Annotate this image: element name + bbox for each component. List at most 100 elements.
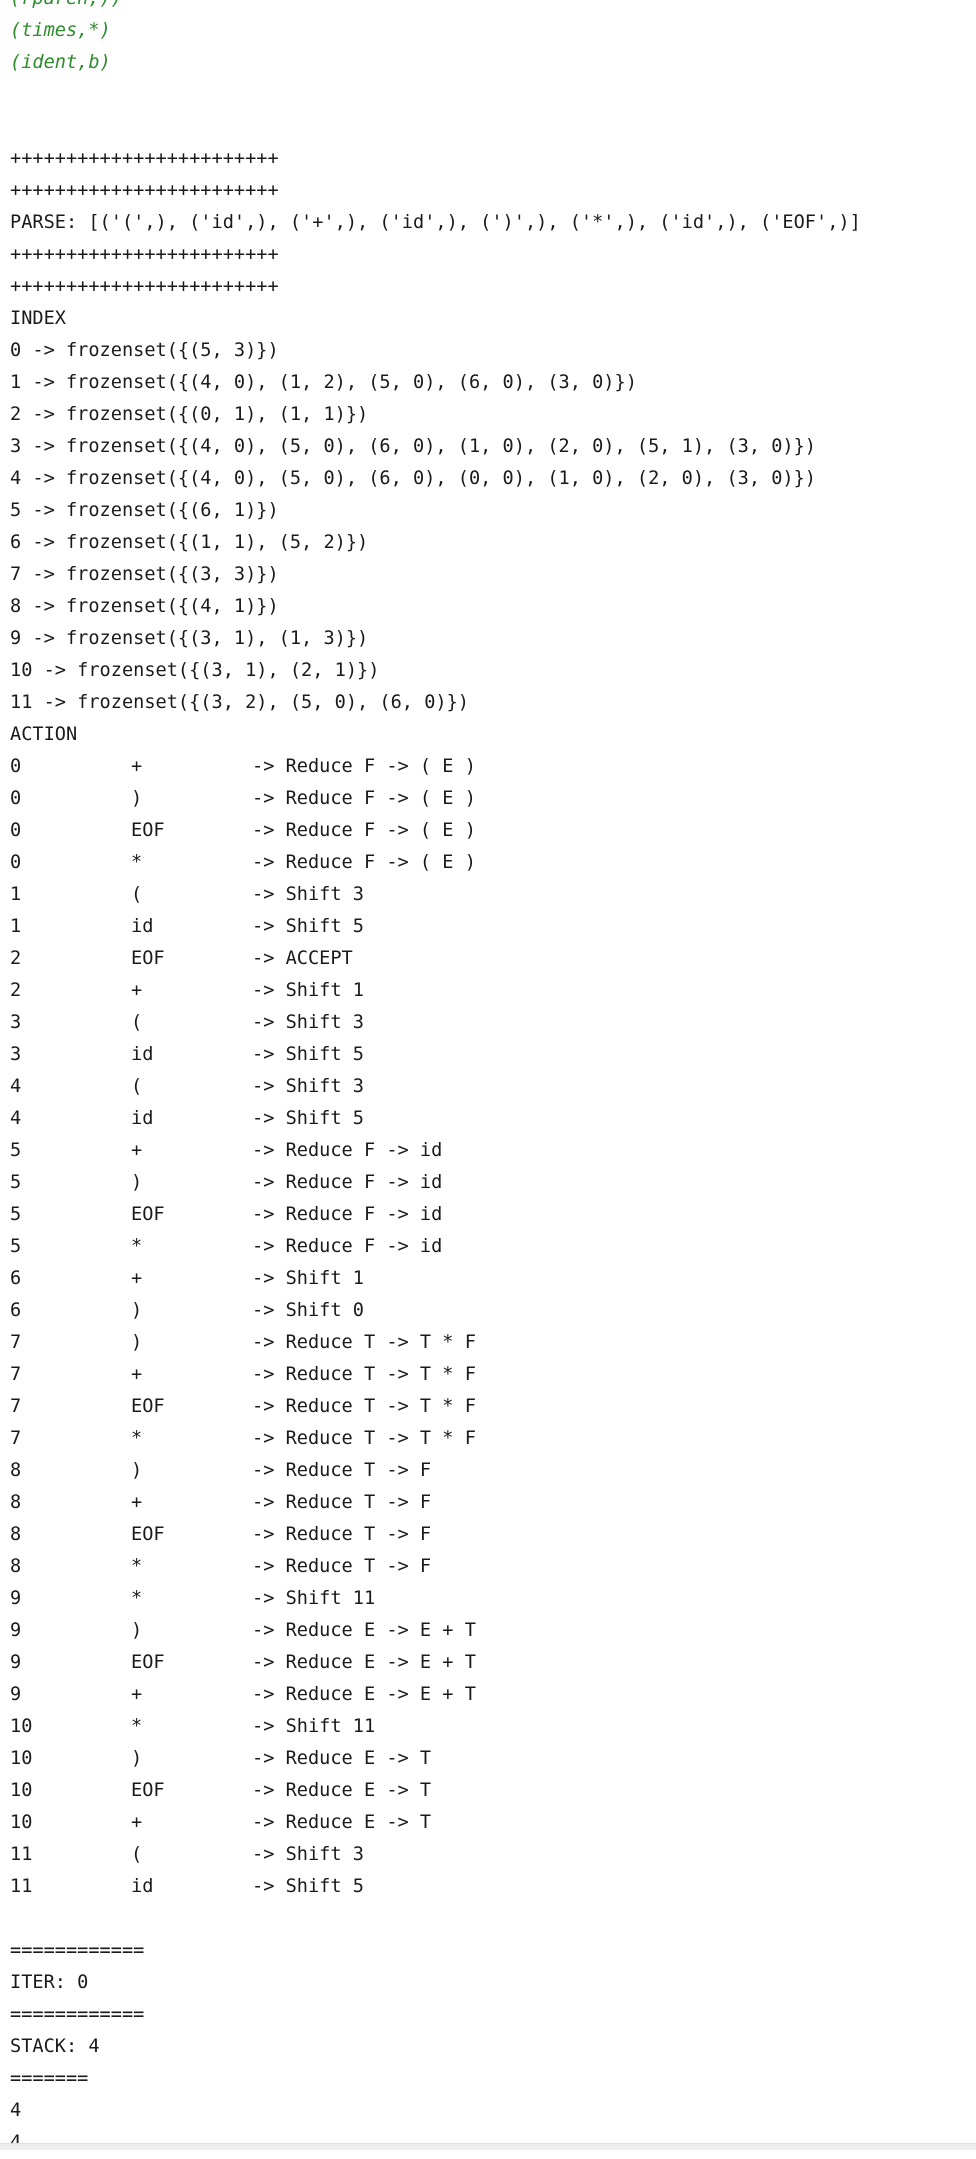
action-row: 7) -> Reduce T -> T * F bbox=[10, 1327, 966, 1359]
action-symbol: ( bbox=[131, 1012, 143, 1033]
action-state: 10 bbox=[10, 1748, 33, 1769]
action-symbol: ) bbox=[131, 1300, 143, 1321]
action-result: -> Reduce T -> T * F bbox=[252, 1364, 476, 1385]
index-header: INDEX bbox=[10, 308, 66, 329]
action-row: 8 + -> Reduce T -> F bbox=[10, 1487, 966, 1519]
action-state: 8 bbox=[10, 1524, 22, 1545]
action-state: 8 bbox=[10, 1460, 22, 1481]
action-symbol: id bbox=[131, 916, 154, 937]
index-line: 1 -> frozenset({(4, 0), (1, 2), (5, 0), … bbox=[10, 372, 637, 393]
action-symbol: EOF bbox=[131, 948, 165, 969]
action-row: 10 EOF -> Reduce E -> T bbox=[10, 1775, 966, 1807]
action-state: 0 bbox=[10, 852, 22, 873]
separator-line: ++++++++++++++++++++++++ bbox=[10, 148, 279, 169]
action-symbol: EOF bbox=[131, 820, 165, 841]
index-line: 8 -> frozenset({(4, 1)}) bbox=[10, 596, 279, 617]
action-result: -> Shift 3 bbox=[252, 884, 364, 905]
action-symbol: ) bbox=[131, 1332, 143, 1353]
action-symbol: + bbox=[131, 1812, 143, 1833]
action-state: 4 bbox=[10, 1108, 22, 1129]
action-result: -> Reduce E -> T bbox=[252, 1748, 432, 1769]
action-row: 7 EOF -> Reduce T -> T * F bbox=[10, 1391, 966, 1423]
action-row: 1 (-> Shift 3 bbox=[10, 879, 966, 911]
action-result: -> Reduce T -> T * F bbox=[252, 1396, 476, 1417]
action-table: 0 + -> Reduce F -> ( E ) 0) -> Reduce F -> (… bbox=[10, 751, 966, 1903]
action-state: 9 bbox=[10, 1588, 22, 1609]
action-symbol: ) bbox=[131, 1620, 143, 1641]
action-symbol: ) bbox=[131, 1172, 143, 1193]
action-row: 11 id -> Shift 5 bbox=[10, 1871, 966, 1903]
action-state: 7 bbox=[10, 1396, 22, 1417]
action-result: -> Reduce F -> id bbox=[252, 1204, 443, 1225]
action-symbol: * bbox=[131, 1236, 143, 1257]
index-line: 6 -> frozenset({(1, 1), (5, 2)}) bbox=[10, 532, 369, 553]
action-symbol: * bbox=[131, 852, 143, 873]
action-symbol: + bbox=[131, 1268, 143, 1289]
action-result: -> Reduce T -> T * F bbox=[252, 1428, 476, 1449]
action-row: 11 (-> Shift 3 bbox=[10, 1839, 966, 1871]
action-symbol: ( bbox=[131, 1076, 143, 1097]
action-row: 10) -> Reduce E -> T bbox=[10, 1743, 966, 1775]
action-symbol: EOF bbox=[131, 1396, 165, 1417]
action-state: 5 bbox=[10, 1204, 22, 1225]
action-result: -> Reduce E -> E + T bbox=[252, 1652, 476, 1673]
index-line: 11 -> frozenset({(3, 2), (5, 0), (6, 0)}… bbox=[10, 692, 469, 713]
action-state: 9 bbox=[10, 1652, 22, 1673]
action-result: -> Shift 3 bbox=[252, 1844, 364, 1865]
action-row: 0) -> Reduce F -> ( E ) bbox=[10, 783, 966, 815]
action-symbol: * bbox=[131, 1428, 143, 1449]
action-symbol: id bbox=[131, 1108, 154, 1129]
action-state: 3 bbox=[10, 1012, 22, 1033]
action-state: 1 bbox=[10, 916, 22, 937]
action-state: 11 bbox=[10, 1876, 33, 1897]
action-row: 4 id -> Shift 5 bbox=[10, 1103, 966, 1135]
action-symbol: + bbox=[131, 980, 143, 1001]
action-row: 9 + -> Reduce E -> E + T bbox=[10, 1679, 966, 1711]
action-result: -> Reduce F -> id bbox=[252, 1140, 443, 1161]
action-result: -> Reduce F -> ( E ) bbox=[252, 788, 476, 809]
index-line: 4 -> frozenset({(4, 0), (5, 0), (6, 0), … bbox=[10, 468, 816, 489]
action-state: 7 bbox=[10, 1364, 22, 1385]
action-header: ACTION bbox=[10, 724, 78, 745]
action-result: -> Reduce T -> T * F bbox=[252, 1332, 476, 1353]
action-symbol: EOF bbox=[131, 1204, 165, 1225]
action-result: -> Shift 11 bbox=[252, 1716, 376, 1737]
horizontal-scrollbar[interactable] bbox=[0, 2143, 976, 2150]
action-result: -> Reduce F -> ( E ) bbox=[252, 852, 476, 873]
action-row: 7 + -> Reduce T -> T * F bbox=[10, 1359, 966, 1391]
action-row: 5 * -> Reduce F -> id bbox=[10, 1231, 966, 1263]
action-state: 2 bbox=[10, 948, 22, 969]
action-row: 2 + -> Shift 1 bbox=[10, 975, 966, 1007]
action-result: -> Reduce E -> E + T bbox=[252, 1684, 476, 1705]
action-state: 11 bbox=[10, 1844, 33, 1865]
action-result: -> Shift 5 bbox=[252, 1044, 364, 1065]
action-row: 2 EOF -> ACCEPT bbox=[10, 943, 966, 975]
index-line: 5 -> frozenset({(6, 1)}) bbox=[10, 500, 279, 521]
action-state: 10 bbox=[10, 1716, 33, 1737]
action-symbol: ( bbox=[131, 884, 143, 905]
action-row: 1 id -> Shift 5 bbox=[10, 911, 966, 943]
stack-line: STACK: 4 bbox=[10, 2036, 100, 2057]
action-row: 3 (-> Shift 3 bbox=[10, 1007, 966, 1039]
action-result: -> Reduce T -> F bbox=[252, 1492, 432, 1513]
action-state: 0 bbox=[10, 820, 22, 841]
index-line: 10 -> frozenset({(3, 1), (2, 1)}) bbox=[10, 660, 380, 681]
stack-value: 4 bbox=[10, 2100, 22, 2121]
action-symbol: ) bbox=[131, 1748, 143, 1769]
action-state: 5 bbox=[10, 1140, 22, 1161]
action-row: 3 id -> Shift 5 bbox=[10, 1039, 966, 1071]
action-symbol: + bbox=[131, 756, 143, 777]
separator-line: ++++++++++++++++++++++++ bbox=[10, 244, 279, 265]
action-state: 9 bbox=[10, 1684, 22, 1705]
action-result: -> ACCEPT bbox=[252, 948, 353, 969]
action-row: 9 * -> Shift 11 bbox=[10, 1583, 966, 1615]
action-result: -> Reduce E -> T bbox=[252, 1780, 432, 1801]
action-row: 4 (-> Shift 3 bbox=[10, 1071, 966, 1103]
action-row: 7 * -> Reduce T -> T * F bbox=[10, 1423, 966, 1455]
separator-line: ++++++++++++++++++++++++ bbox=[10, 276, 279, 297]
action-state: 0 bbox=[10, 756, 22, 777]
action-symbol: ) bbox=[131, 788, 143, 809]
action-symbol: + bbox=[131, 1364, 143, 1385]
